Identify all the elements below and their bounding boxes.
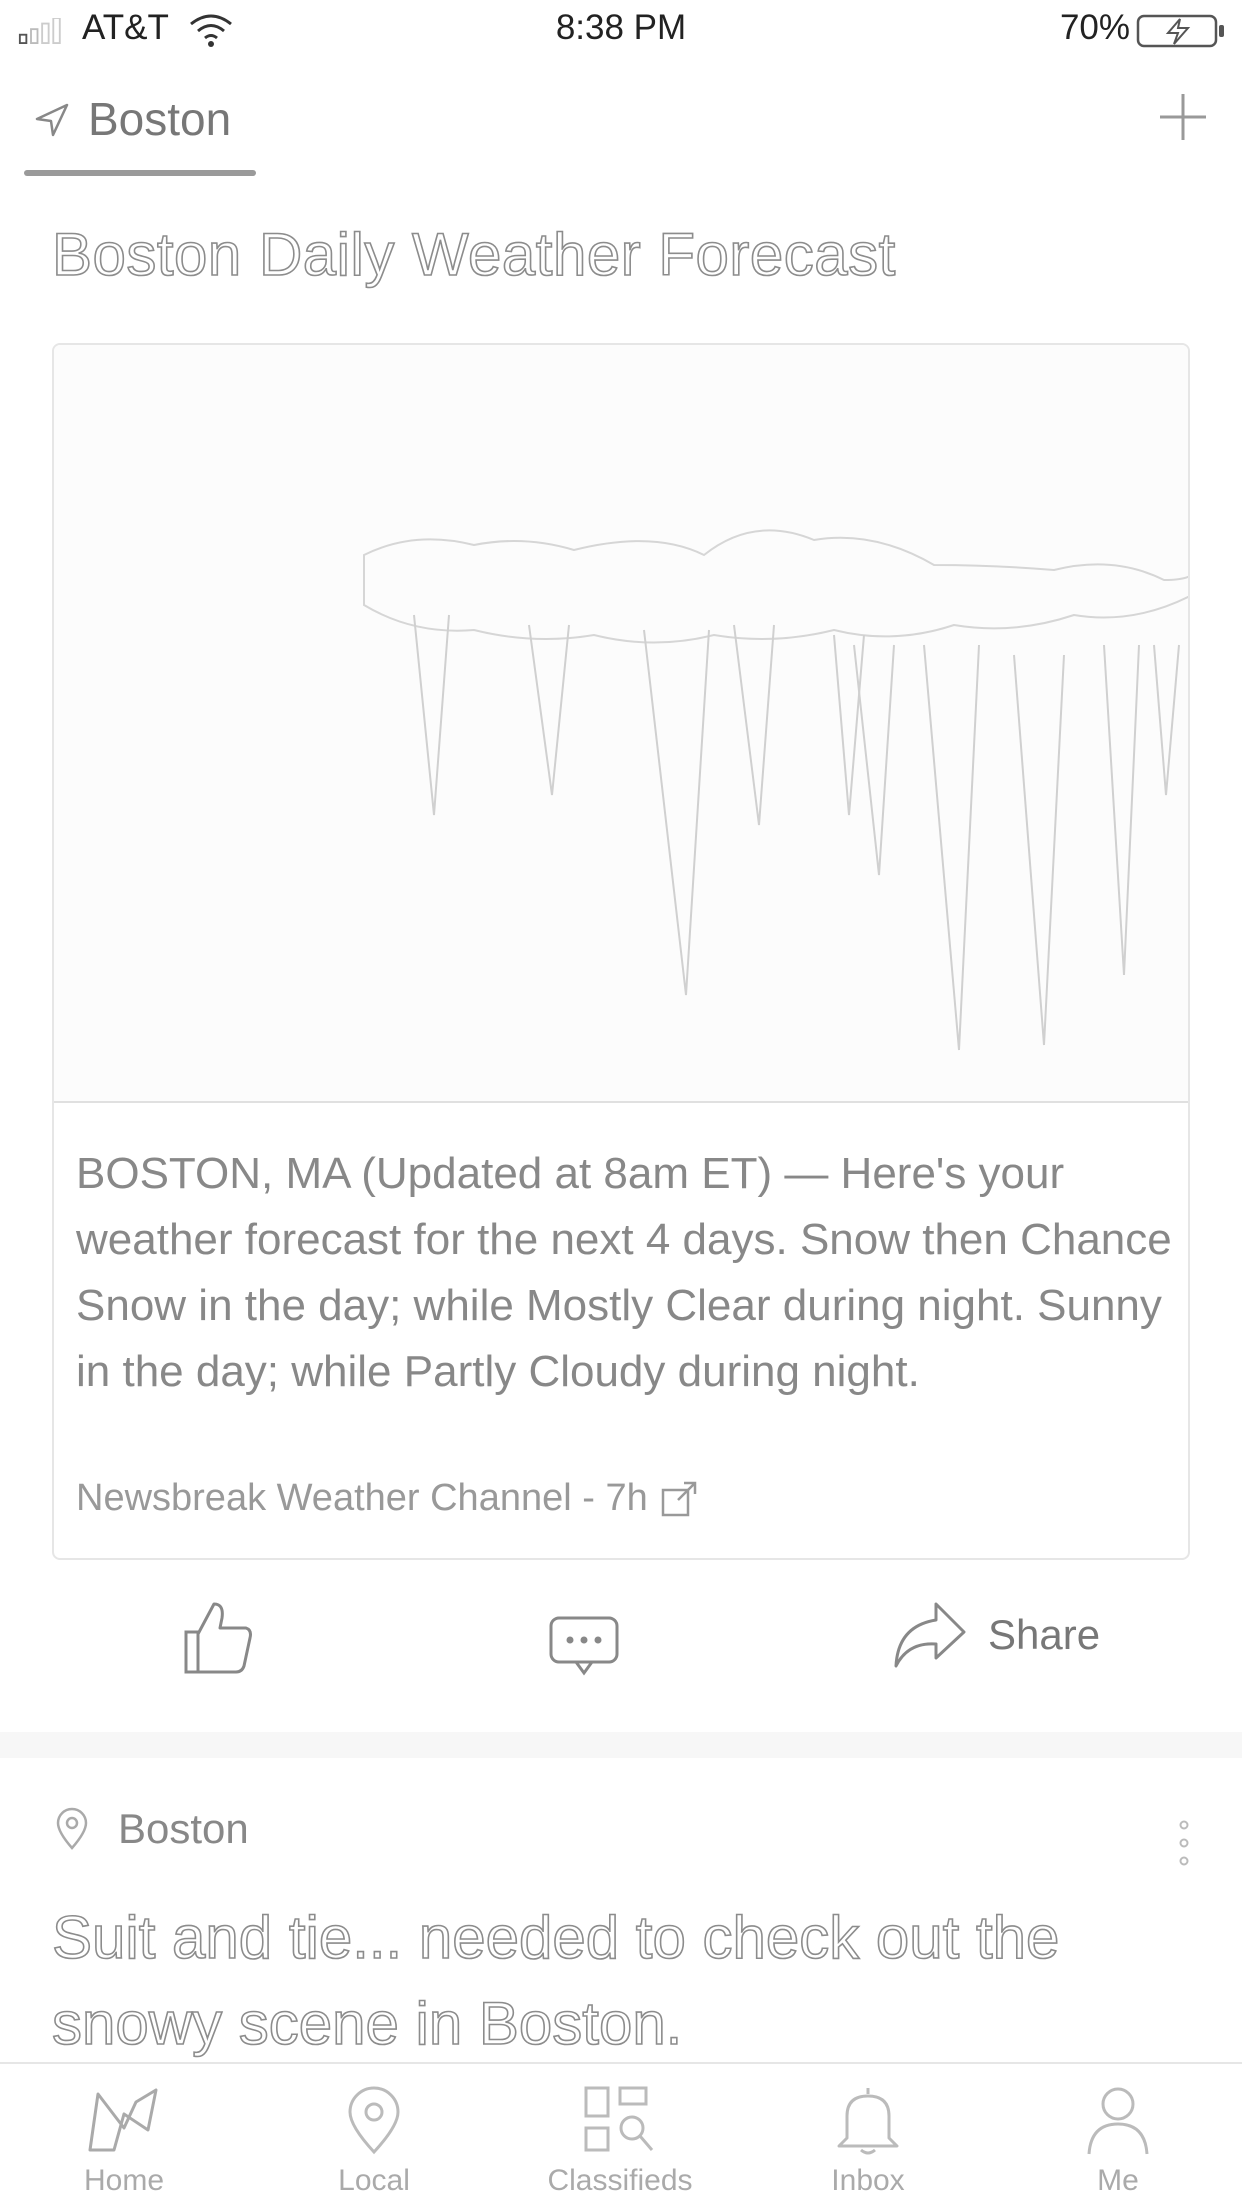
post-headline[interactable]: Suit and tie... needed to check out the … <box>51 1895 1172 2067</box>
icicles-image <box>363 529 1188 1051</box>
location-tab-label: Boston <box>88 93 232 145</box>
share-icon <box>894 1602 966 1668</box>
location-tab[interactable]: Boston <box>24 82 256 180</box>
status-bar: AT&T 8:38 PM 70% <box>0 0 1242 60</box>
share-button[interactable]: Share <box>892 1600 1100 1670</box>
tab-me-label: Me <box>1097 2164 1139 2197</box>
article-source[interactable]: Newsbreak Weather Channel - 7h <box>76 1477 698 1520</box>
tab-underline <box>24 170 256 176</box>
location-arrow-icon <box>35 103 69 137</box>
location-pin-icon <box>56 1807 88 1850</box>
post-location[interactable]: Boston <box>118 1805 249 1853</box>
clock-time: 8:38 PM <box>555 8 687 47</box>
article-card[interactable]: BOSTON, MA (Updated at 8am ET) — Here's … <box>52 343 1190 1560</box>
tab-classifieds[interactable]: Classifieds <box>530 2084 710 2198</box>
battery-charging-icon <box>1136 14 1224 48</box>
tab-classifieds-label: Classifieds <box>547 2164 693 2197</box>
article-summary: BOSTON, MA (Updated at 8am ET) — Here's … <box>76 1149 1172 1396</box>
source-label: Newsbreak Weather Channel - 7h <box>76 1477 648 1519</box>
tab-local-label: Local <box>338 2164 410 2197</box>
battery-percent: 70% <box>1059 8 1130 47</box>
tab-home[interactable]: Home <box>34 2084 214 2198</box>
tab-inbox[interactable]: Inbox <box>778 2084 958 2198</box>
home-icon <box>88 2088 158 2152</box>
bottom-tab-bar: Home Local Classifieds Inbox Me <box>0 2062 1242 2208</box>
add-icon[interactable] <box>1158 92 1208 142</box>
article-image <box>54 345 1188 1103</box>
like-icon[interactable] <box>180 1600 256 1676</box>
bell-icon <box>837 2088 899 2155</box>
tab-me[interactable]: Me <box>1028 2084 1208 2198</box>
share-label: Share <box>988 1611 1101 1658</box>
article-headline[interactable]: Boston Daily Weather Forecast <box>51 220 1202 289</box>
comment-icon[interactable] <box>548 1615 620 1677</box>
tab-local[interactable]: Local <box>284 2084 464 2198</box>
tab-home-label: Home <box>83 2164 165 2197</box>
classifieds-icon <box>584 2086 654 2152</box>
external-link-icon <box>661 1481 696 1516</box>
location-pin-icon <box>348 2086 400 2155</box>
more-options-icon[interactable] <box>1178 1820 1190 1866</box>
tab-inbox-label: Inbox <box>831 2164 905 2197</box>
person-icon <box>1087 2087 1149 2155</box>
feed-divider <box>0 1732 1242 1758</box>
